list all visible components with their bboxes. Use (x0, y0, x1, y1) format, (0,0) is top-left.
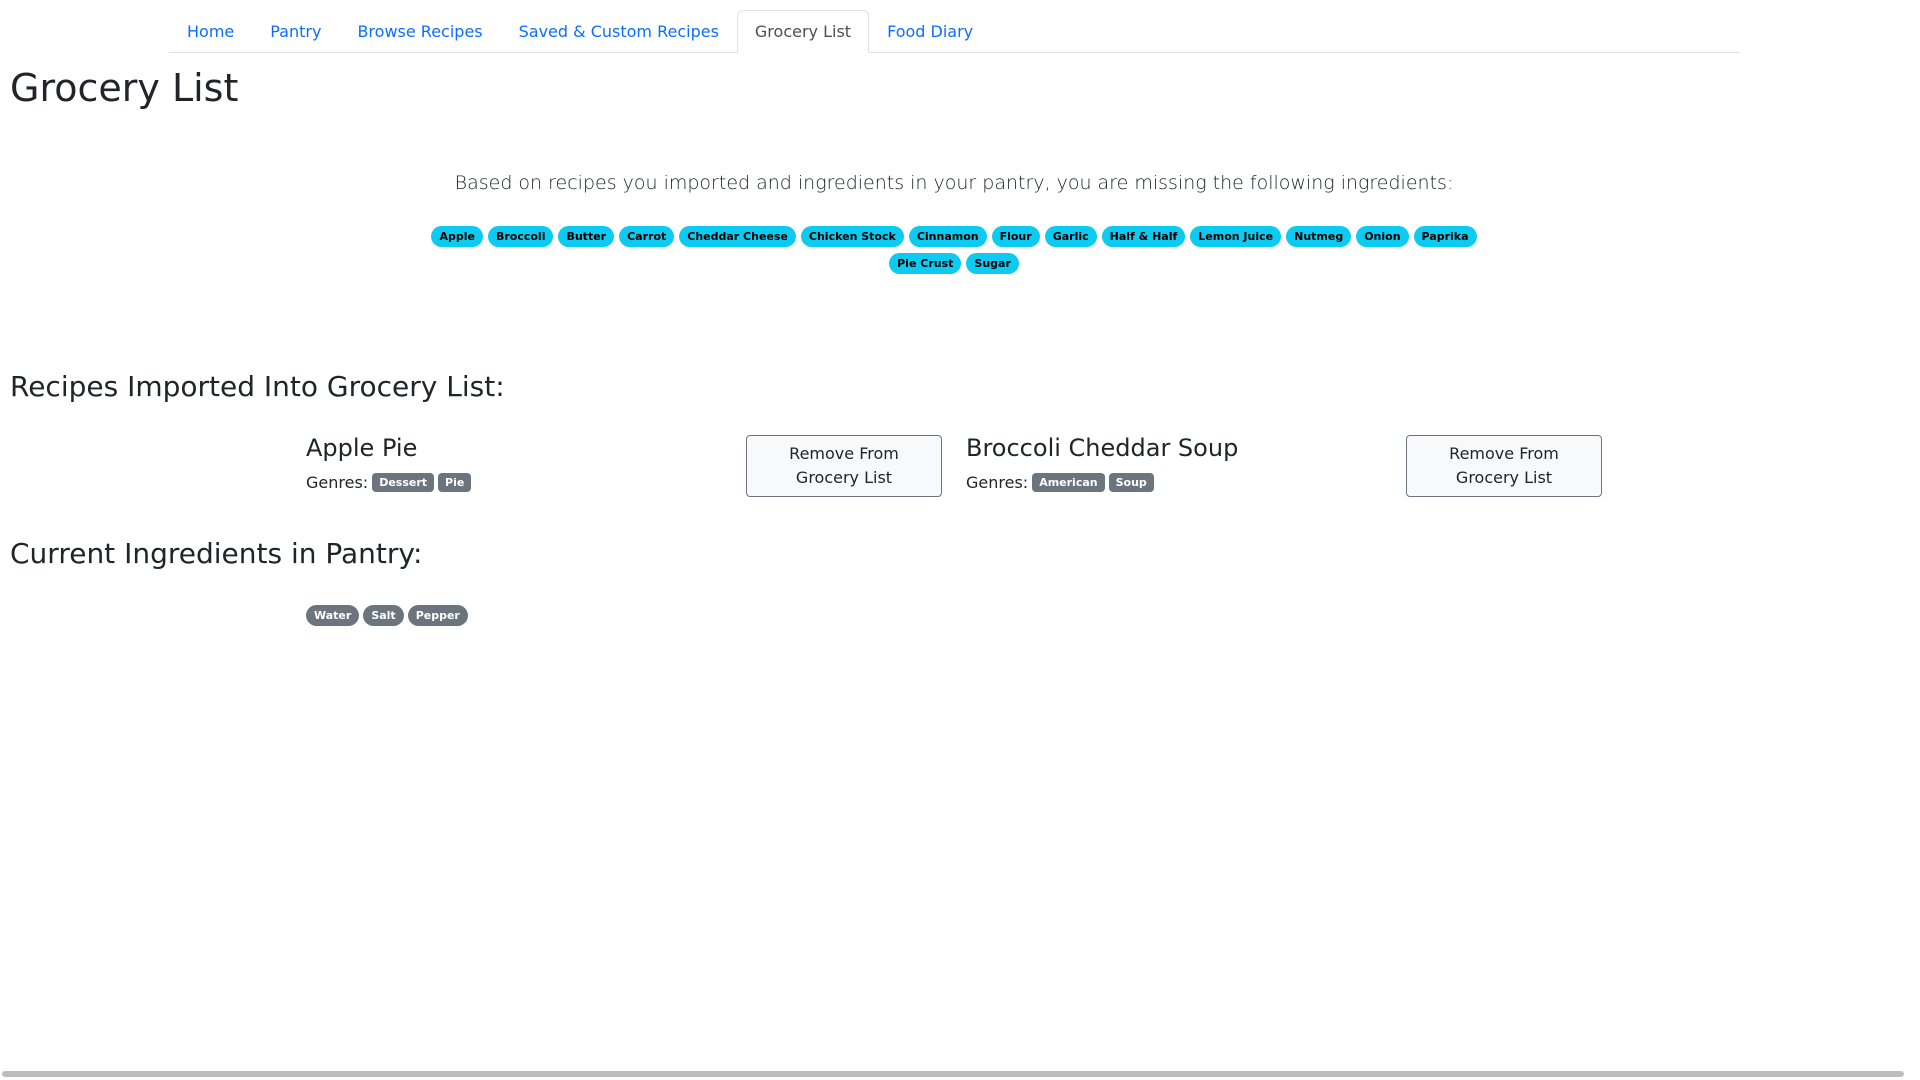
pantry-ingredient-badge: Salt (363, 605, 404, 626)
tab-food-diary[interactable]: Food Diary (869, 10, 991, 53)
imported-recipes-heading: Recipes Imported Into Grocery List: (10, 370, 505, 403)
missing-ingredient-badge: Paprika (1413, 226, 1477, 247)
missing-ingredient-badge: Lemon Juice (1190, 226, 1282, 247)
missing-ingredient-badge: Half & Half (1101, 226, 1186, 247)
genre-badge: Soup (1108, 472, 1154, 492)
remove-from-grocery-list-button[interactable]: Remove From Grocery List (746, 435, 942, 497)
genres-label: Genres: (966, 472, 1029, 492)
grocery-list-page: Home Pantry Browse Recipes Saved & Custo… (0, 0, 1920, 1080)
missing-ingredient-badge: Broccoli (487, 226, 554, 247)
horizontal-scrollbar[interactable] (2, 1071, 1904, 1077)
missing-ingredient-badge: Apple (431, 226, 483, 247)
missing-ingredient-badge: Onion (1356, 226, 1409, 247)
missing-ingredient-badge: Cheddar Cheese (679, 226, 796, 247)
missing-ingredients-intro: Based on recipes you imported and ingred… (454, 172, 1454, 194)
genre-badge: Pie (438, 472, 472, 492)
recipe-name: Broccoli Cheddar Soup (966, 434, 1239, 462)
pantry-ingredient-badge: Water (306, 605, 360, 626)
missing-ingredient-badge: Nutmeg (1286, 226, 1352, 247)
main-tabs: Home Pantry Browse Recipes Saved & Custo… (169, 10, 1739, 53)
recipe-card-broccoli-cheddar-soup: Broccoli Cheddar Soup Genres: American S… (966, 434, 1238, 492)
pantry-ingredient-badge: Pepper (407, 605, 468, 626)
missing-ingredient-badge: Carrot (619, 226, 675, 247)
missing-ingredient-badge: Sugar (966, 253, 1019, 274)
genres-label: Genres: (306, 472, 369, 492)
tab-home[interactable]: Home (169, 10, 252, 53)
tab-pantry[interactable]: Pantry (252, 10, 339, 53)
recipe-name: Apple Pie (306, 434, 418, 462)
recipe-card-apple-pie: Apple Pie Genres: Dessert Pie (306, 434, 472, 492)
genre-badge: Dessert (372, 472, 435, 492)
tab-saved-custom-recipes[interactable]: Saved & Custom Recipes (501, 10, 737, 53)
missing-ingredient-badge: Butter (558, 226, 615, 247)
missing-ingredient-badge: Chicken Stock (800, 226, 904, 247)
missing-ingredient-badge: Cinnamon (908, 226, 987, 247)
recipe-genres: Genres: American Soup (966, 472, 1238, 492)
page-title: Grocery List (10, 66, 239, 110)
remove-from-grocery-list-button[interactable]: Remove From Grocery List (1406, 435, 1602, 497)
missing-ingredient-badge: Flour (991, 226, 1040, 247)
missing-ingredient-badge: Pie Crust (889, 253, 962, 274)
tab-browse-recipes[interactable]: Browse Recipes (339, 10, 500, 53)
genre-badge: American (1032, 472, 1105, 492)
pantry-heading: Current Ingredients in Pantry: (10, 537, 423, 570)
recipe-genres: Genres: Dessert Pie (306, 472, 472, 492)
pantry-ingredients-list: Water Salt Pepper (306, 605, 468, 626)
tab-grocery-list[interactable]: Grocery List (736, 10, 870, 53)
missing-ingredient-badge: Garlic (1044, 226, 1097, 247)
missing-ingredients-list: Apple Broccoli Butter Carrot Cheddar Che… (420, 226, 1488, 274)
